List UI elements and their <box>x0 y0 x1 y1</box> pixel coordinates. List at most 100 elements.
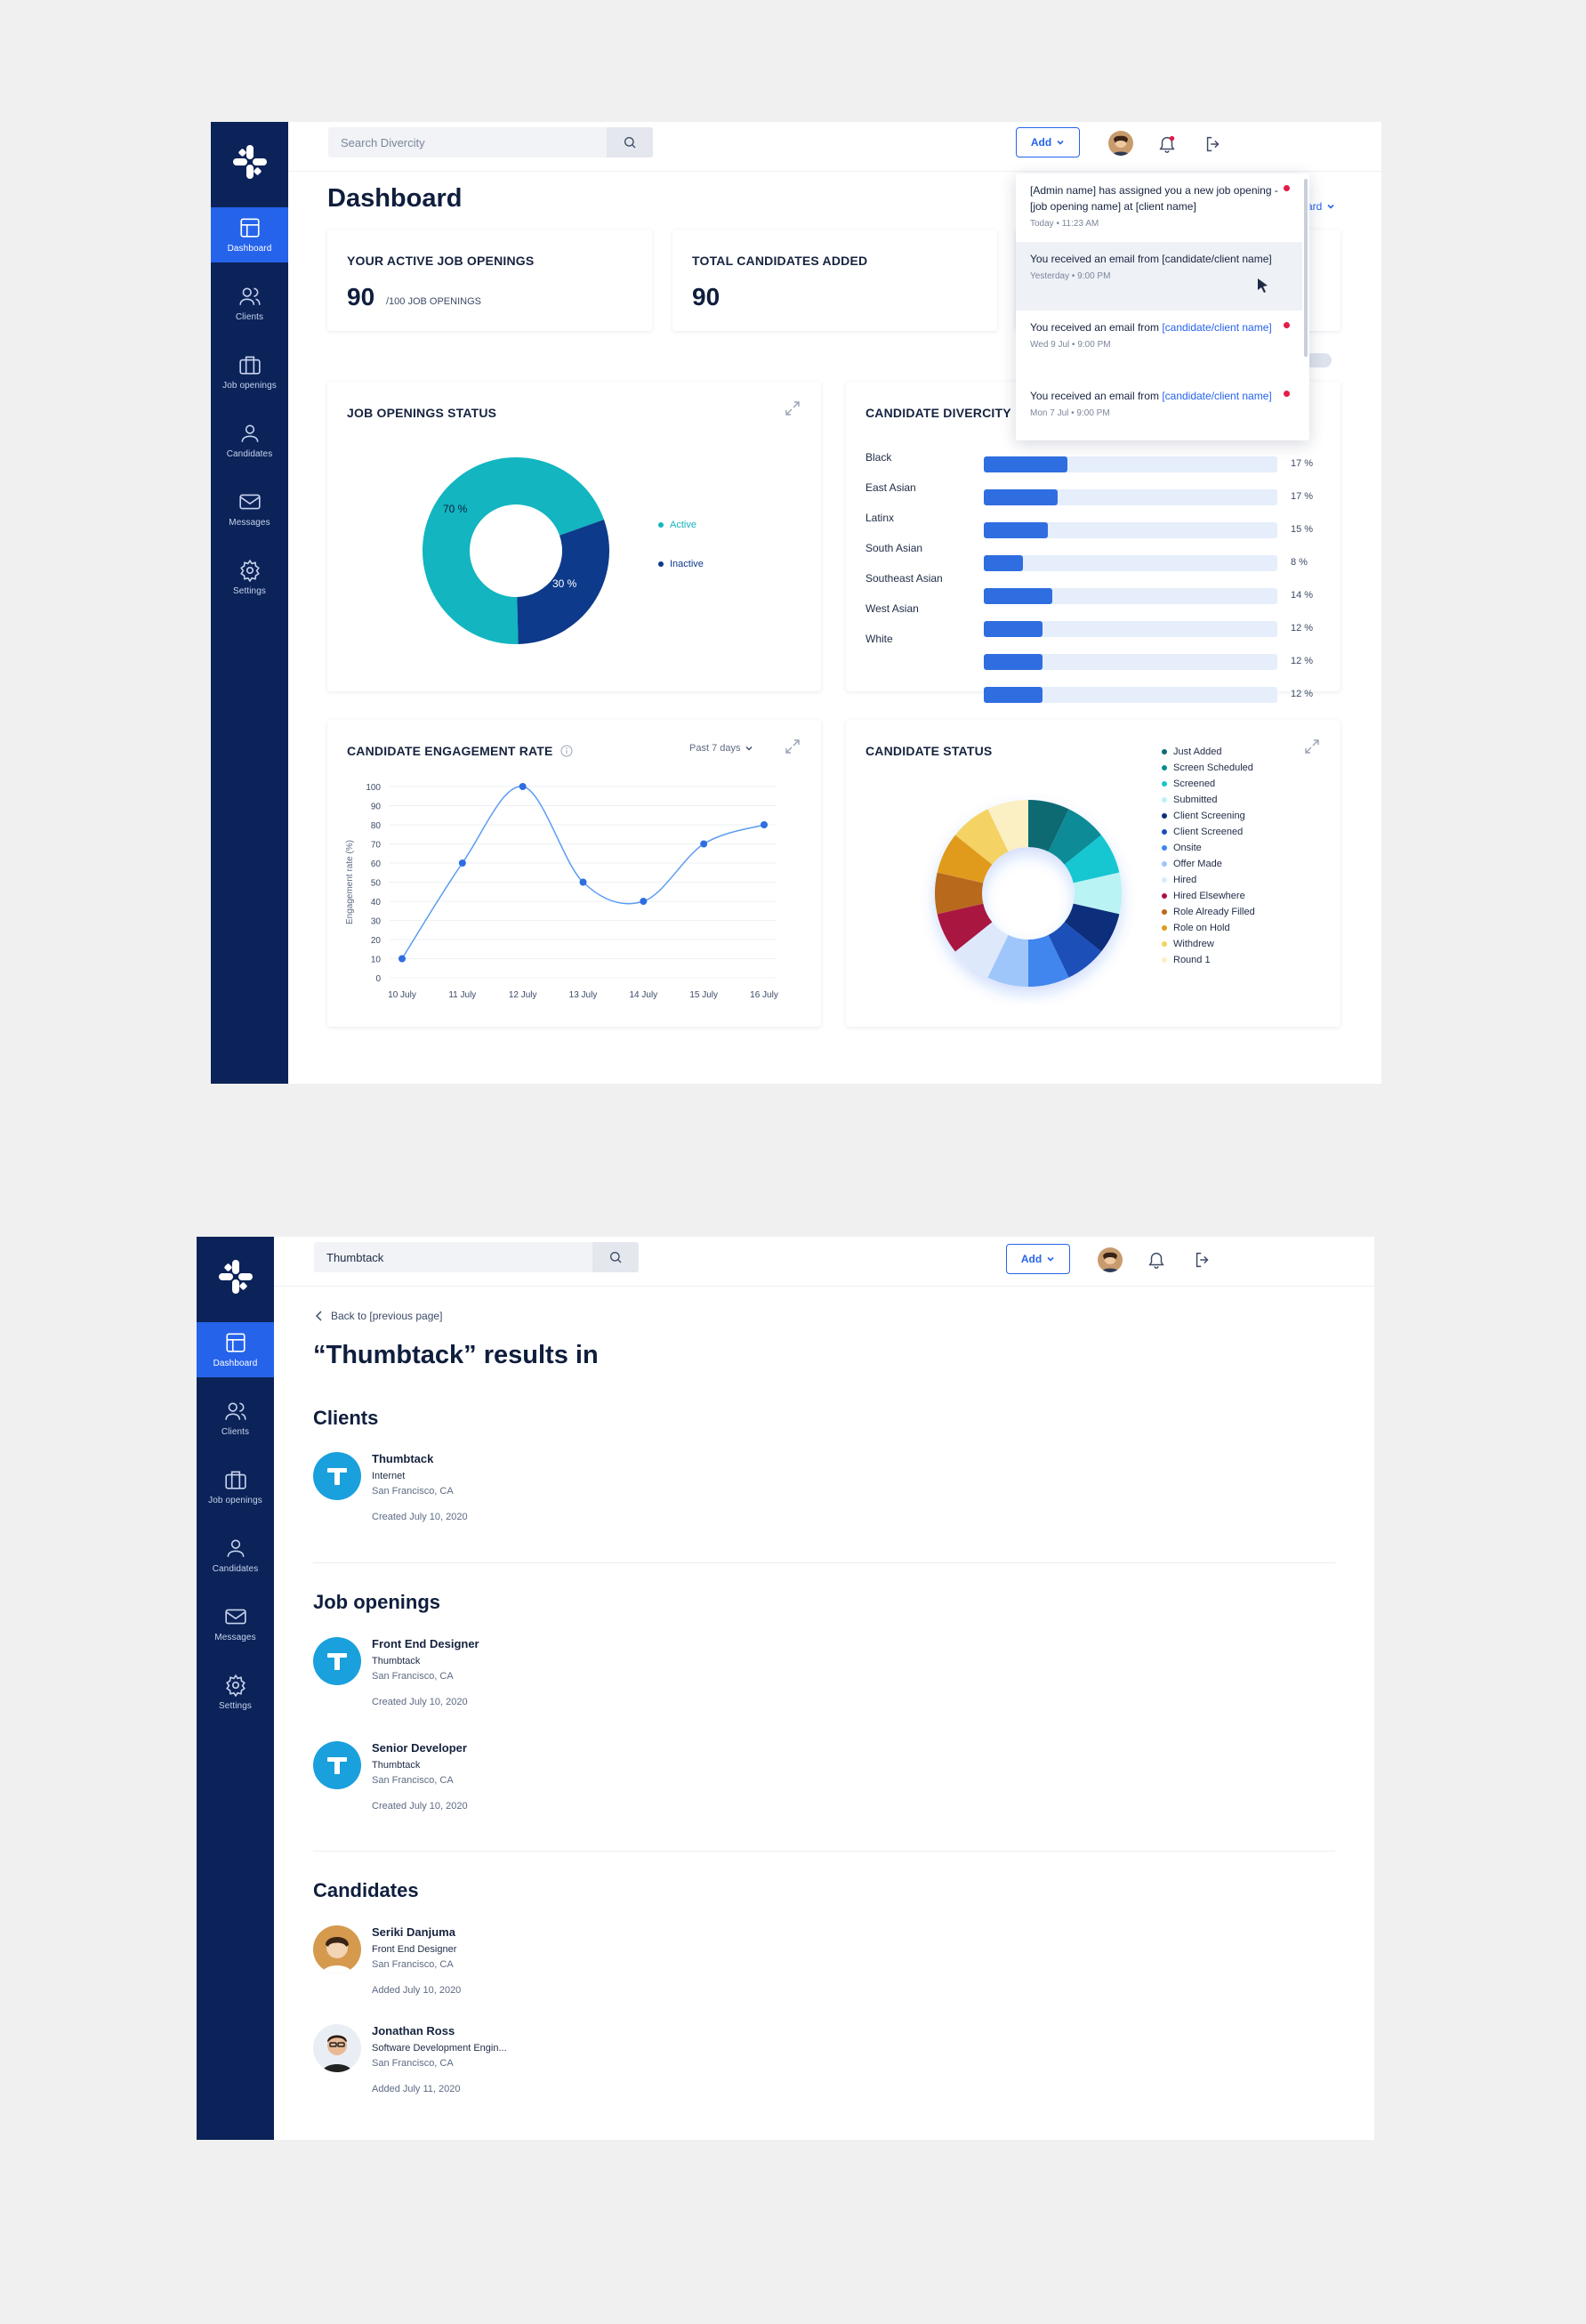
notifications-button[interactable] <box>1155 133 1179 156</box>
search-button[interactable] <box>607 127 653 157</box>
back-link-label: Back to [previous page] <box>331 1310 443 1322</box>
search-input[interactable] <box>314 1250 590 1264</box>
app-logo[interactable] <box>211 122 288 202</box>
data-point[interactable] <box>399 955 406 963</box>
nav-dashboard[interactable]: Dashboard <box>211 207 288 262</box>
period-select[interactable]: Past 7 days <box>689 743 753 754</box>
page-title: Dashboard <box>327 184 463 213</box>
notification-item[interactable]: You received an email from [candidate/cl… <box>1016 379 1302 440</box>
info-icon[interactable] <box>560 745 573 757</box>
diversity-bar-fill[interactable] <box>984 489 1058 505</box>
diversity-pct: 8 % <box>1291 557 1308 568</box>
expand-icon[interactable] <box>1303 738 1321 755</box>
kpi-subtext: /100 JOB OPENINGS <box>386 296 481 307</box>
y-tick-label: 80 <box>371 821 382 831</box>
result-name[interactable]: Jonathan Ross <box>372 2024 455 2038</box>
search-button[interactable] <box>592 1242 639 1272</box>
nav-messages[interactable]: Messages <box>211 481 288 537</box>
diversity-bar-fill[interactable] <box>984 621 1043 637</box>
job-result[interactable]: Senior Developer Thumbtack San Francisco, … <box>313 1741 669 1827</box>
nav-candidates[interactable]: Candidates <box>211 413 288 468</box>
y-tick-label: 90 <box>371 803 382 812</box>
legend-item: Client Screened <box>1162 827 1243 837</box>
dashboard-dropdown[interactable]: ard <box>1307 200 1335 213</box>
result-name[interactable]: Thumbtack <box>372 1452 433 1465</box>
legend-dot <box>1162 893 1167 899</box>
search-input[interactable] <box>328 135 604 149</box>
nav-settings[interactable]: Settings <box>197 1665 274 1720</box>
chevron-down-icon <box>1327 204 1334 209</box>
notifications-dropdown: [Admin name] has assigned you a new job … <box>1016 173 1309 440</box>
legend-label: Active <box>670 520 696 530</box>
legend-label: Client Screening <box>1173 811 1245 821</box>
legend-dot <box>1162 781 1167 787</box>
nav-clients[interactable]: Clients <box>211 276 288 331</box>
diversity-bar-fill[interactable] <box>984 522 1048 538</box>
result-name[interactable]: Senior Developer <box>372 1741 467 1755</box>
notification-text: You received an email from [candidate/cl… <box>1030 253 1272 265</box>
job-avatar <box>313 1741 361 1789</box>
user-avatar[interactable] <box>1098 1247 1123 1272</box>
candidate-avatar <box>313 1925 361 1973</box>
bell-icon <box>1148 1253 1164 1269</box>
legend-dot <box>1162 925 1167 931</box>
candidate-result[interactable]: Jonathan Ross Software Development Engin.… <box>313 2024 669 2110</box>
diversity-label: Black <box>865 451 892 464</box>
diversity-bar-fill[interactable] <box>984 588 1052 604</box>
series-line <box>401 786 765 959</box>
add-button[interactable]: Add <box>1006 1244 1070 1274</box>
data-point[interactable] <box>700 840 708 848</box>
nav-settings[interactable]: Settings <box>211 550 288 605</box>
notification-link[interactable]: [candidate/client name] <box>1162 390 1271 402</box>
notification-item[interactable]: [Admin name] has assigned you a new job … <box>1016 173 1302 242</box>
x-tick-label: 13 July <box>569 990 598 1000</box>
x-tick-label: 16 July <box>750 990 778 1000</box>
nav-clients[interactable]: Clients <box>197 1391 274 1446</box>
diversity-bar-fill[interactable] <box>984 456 1067 472</box>
data-point[interactable] <box>458 859 466 867</box>
result-l2: Software Development Engin... <box>372 2043 507 2054</box>
job-result[interactable]: Front End Designer Thumbtack San Francisco… <box>313 1637 669 1723</box>
kpi-card-active-jobs: YOUR ACTIVE JOB OPENINGS 90 /100 JOB OPE… <box>327 230 652 331</box>
logout-button[interactable] <box>1202 133 1225 156</box>
expand-icon[interactable] <box>784 399 801 417</box>
nav-candidates[interactable]: Candidates <box>197 1528 274 1583</box>
scrollbar[interactable] <box>1304 179 1308 357</box>
result-name[interactable]: Seriki Danjuma <box>372 1925 455 1939</box>
nav-job-openings[interactable]: Job openings <box>197 1459 274 1514</box>
search-bar <box>328 127 653 157</box>
notification-item[interactable]: You received an email from [candidate/cl… <box>1016 242 1302 311</box>
notification-message: [Admin name] has assigned you a new job … <box>1030 182 1279 214</box>
nav-dashboard[interactable]: Dashboard <box>197 1322 274 1377</box>
nav-messages[interactable]: Messages <box>197 1596 274 1651</box>
data-point[interactable] <box>519 783 527 790</box>
diversity-bar-fill[interactable] <box>984 687 1043 703</box>
y-tick-label: 100 <box>366 783 381 793</box>
divider <box>313 1851 1335 1852</box>
diversity-bar-fill[interactable] <box>984 654 1043 670</box>
notification-link[interactable]: [candidate/client name] <box>1162 321 1271 334</box>
expand-icon[interactable] <box>784 738 801 755</box>
kpi-value: 90 <box>347 283 375 311</box>
diversity-bar-fill[interactable] <box>984 555 1023 571</box>
diversity-pct: 12 % <box>1291 623 1314 633</box>
user-avatar[interactable] <box>1108 131 1133 156</box>
engagement-line-chart: 0 10 20 30 40 50 60 70 80 90 100 Engagement rate (%… <box>345 783 778 1000</box>
add-button[interactable]: Add <box>1016 127 1080 157</box>
data-point[interactable] <box>579 878 587 886</box>
result-name[interactable]: Front End Designer <box>372 1637 479 1650</box>
nav-job-openings[interactable]: Job openings <box>211 344 288 399</box>
logout-button[interactable] <box>1191 1248 1214 1271</box>
notifications-button[interactable] <box>1145 1248 1168 1271</box>
diversity-pct: 12 % <box>1291 689 1314 699</box>
candidate-result[interactable]: Seriki Danjuma Front End Designer San Fran… <box>313 1925 669 2011</box>
app-logo[interactable] <box>197 1237 274 1317</box>
data-point[interactable] <box>640 898 648 905</box>
notification-text: You received an email from <box>1030 321 1163 334</box>
logo-icon <box>232 145 267 179</box>
notification-item[interactable]: You received an email from [candidate/cl… <box>1016 311 1302 379</box>
back-link[interactable]: Back to [previous page] <box>316 1310 442 1322</box>
data-point[interactable] <box>761 821 768 828</box>
client-result[interactable]: Thumbtack Internet San Francisco, CA Create… <box>313 1452 669 1537</box>
search-icon <box>610 1252 622 1263</box>
